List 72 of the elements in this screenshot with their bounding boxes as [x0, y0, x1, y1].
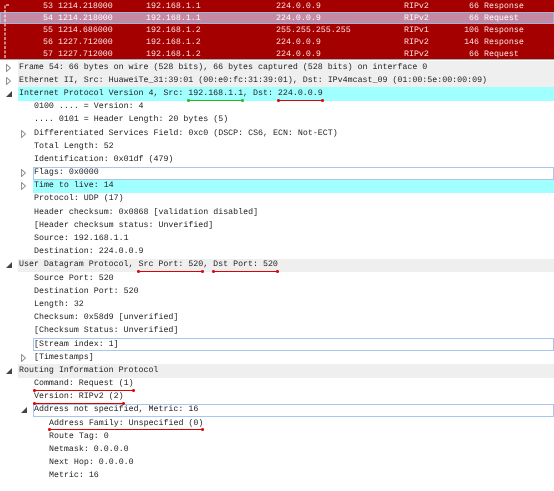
detail-line[interactable]: [Timestamps]	[34, 352, 94, 364]
detail-line[interactable]: 0100 .... = Version: 4	[34, 101, 144, 114]
packet-source: 192.168.1.2	[146, 48, 202, 59]
packet-number: 53	[42, 0, 53, 12]
packet-time: 1214.686000	[58, 24, 114, 36]
detail-line[interactable]: [Checksum Status: Unverified]	[34, 325, 178, 338]
detail-line[interactable]: Version: RIPv2 (2)	[34, 391, 124, 404]
packet-protocol: RIPv2	[404, 0, 430, 12]
packet-protocol: RIPv1	[404, 24, 430, 36]
detail-line[interactable]: Differentiated Services Field: 0xc0 (DSCP: CS6, ECN: Not-ECT)	[34, 128, 338, 140]
packet-destination: 255.255.255.255	[276, 24, 352, 36]
collapsed-arrow-icon[interactable]	[21, 182, 26, 190]
packet-destination: 224.0.0.9	[276, 0, 322, 12]
packet-source: 192.168.1.1	[146, 0, 202, 12]
packet-source: 192.168.1.2	[146, 24, 202, 36]
packet-number: 56	[42, 36, 53, 48]
collapsed-arrow-icon[interactable]	[6, 64, 11, 72]
detail-line[interactable]: [Header checksum status: Unverified]	[34, 220, 214, 232]
detail-line[interactable]: Route Tag: 0	[49, 430, 109, 443]
collapsed-arrow-icon[interactable]	[6, 76, 11, 85]
detail-line[interactable]: Next Hop: 0.0.0.0	[49, 457, 134, 470]
detail-line[interactable]: Length: 32	[34, 298, 84, 311]
detail-line[interactable]: Destination: 224.0.0.9	[34, 246, 144, 258]
detail-line[interactable]: Header checksum: 0x0868 [validation disabled]	[34, 206, 258, 219]
packet-info: Request	[484, 12, 519, 24]
packet-time: 1214.218000	[58, 12, 114, 24]
collapsed-arrow-icon[interactable]	[21, 169, 26, 178]
collapsed-arrow-icon[interactable]	[21, 354, 26, 362]
expanded-arrow-icon[interactable]	[21, 407, 27, 414]
detail-line[interactable]: Checksum: 0x58d9 [unverified]	[34, 312, 178, 324]
detail-line[interactable]: Address Family: Unspecified (0)	[49, 418, 204, 430]
detail-line[interactable]: [Stream index: 1]	[34, 338, 119, 351]
detail-line[interactable]: Source: 192.168.1.1	[34, 233, 129, 246]
packet-time: 1227.712000	[58, 36, 114, 48]
detail-line[interactable]: Time to live: 14	[34, 180, 114, 192]
packet-time: 1214.218000	[58, 0, 114, 12]
packet-info: Response	[484, 36, 524, 48]
related-packet-bracket-icon	[4, 4, 10, 59]
packet-protocol: RIPv2	[404, 48, 430, 59]
packet-number: 57	[42, 48, 53, 59]
detail-line[interactable]: Total Length: 52	[34, 140, 114, 153]
packet-length: 66	[468, 0, 479, 12]
expanded-arrow-icon[interactable]	[6, 90, 12, 97]
packet-info: Response	[484, 24, 524, 36]
collapsed-arrow-icon[interactable]	[21, 130, 26, 138]
detail-line[interactable]: Flags: 0x0000	[34, 167, 99, 180]
packet-time: 1227.712000	[58, 48, 114, 59]
detail-line[interactable]: .... 0101 = Header Length: 20 bytes (5)	[34, 114, 228, 126]
packet-destination: 224.0.0.9	[276, 36, 322, 48]
detail-line[interactable]: Command: Request (1)	[34, 378, 134, 390]
expanded-arrow-icon[interactable]	[6, 262, 12, 268]
detail-line[interactable]: Metric: 16	[49, 470, 99, 482]
packet-protocol: RIPv2	[404, 12, 430, 24]
detail-line[interactable]: Identification: 0x01df (479)	[34, 154, 174, 166]
packet-info: Response	[484, 0, 524, 12]
packet-length: 106	[463, 24, 479, 36]
packet-number: 55	[42, 24, 53, 36]
packet-length: 146	[463, 36, 479, 48]
detail-line[interactable]: Netmask: 0.0.0.0	[49, 444, 129, 456]
packet-source: 192.168.1.1	[146, 12, 202, 24]
expanded-arrow-icon[interactable]	[6, 368, 12, 374]
detail-line[interactable]: Source Port: 520	[34, 272, 114, 285]
packet-source: 192.168.1.2	[146, 36, 202, 48]
packet-number: 54	[42, 12, 53, 24]
detail-line[interactable]: Destination Port: 520	[34, 286, 139, 298]
detail-line[interactable]: Protocol: UDP (17)	[34, 193, 124, 206]
packet-length: 66	[468, 48, 479, 59]
packet-length: 66	[468, 12, 479, 24]
packet-info: Request	[484, 48, 519, 59]
packet-destination: 224.0.0.9	[276, 48, 322, 59]
packet-destination: 224.0.0.9	[276, 12, 322, 24]
packet-protocol: RIPv2	[404, 36, 430, 48]
